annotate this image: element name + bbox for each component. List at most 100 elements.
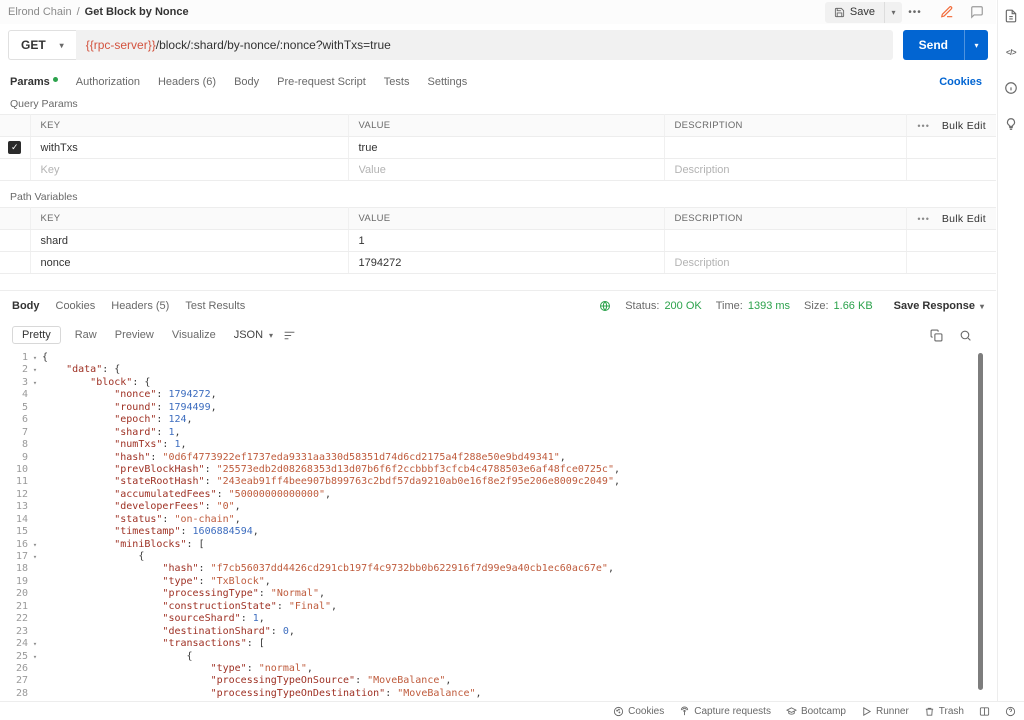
code-text: "round": 1794499, <box>114 401 217 413</box>
code-text: "type": "normal", <box>210 662 313 674</box>
fold-toggle-icon[interactable]: ▾ <box>28 638 42 650</box>
bulk-edit-button[interactable]: Bulk Edit <box>942 120 986 132</box>
bulk-edit-button[interactable]: Bulk Edit <box>942 213 986 225</box>
time-label: Time: <box>715 300 743 312</box>
view-pretty[interactable]: Pretty <box>12 326 61 344</box>
fold-toggle-icon[interactable]: ▾ <box>28 539 42 551</box>
tab-tests[interactable]: Tests <box>384 76 410 88</box>
param-description-cell[interactable] <box>664 136 907 159</box>
tab-response-body[interactable]: Body <box>12 300 40 312</box>
response-toolbar: Pretty Raw Preview Visualize JSON ▾ <box>0 321 996 349</box>
table-row: nonce 1794272 <box>0 251 996 274</box>
save-options-button[interactable]: ▾ <box>884 1 902 23</box>
fold-gutter <box>28 576 42 588</box>
variable-description-cell[interactable] <box>664 229 907 252</box>
runner-button[interactable]: Runner <box>861 706 909 717</box>
info-icon[interactable] <box>1000 77 1022 99</box>
tab-authorization[interactable]: Authorization <box>76 76 140 88</box>
tab-response-headers[interactable]: Headers (5) <box>111 300 169 312</box>
format-select[interactable]: JSON ▾ <box>234 329 273 341</box>
tab-body[interactable]: Body <box>234 76 259 88</box>
fold-toggle-icon[interactable]: ▾ <box>28 651 42 663</box>
documentation-icon[interactable] <box>1000 5 1022 27</box>
code-text: "processingType": "Normal", <box>162 588 325 600</box>
capture-requests-button[interactable]: Capture requests <box>679 706 771 717</box>
new-key-input[interactable] <box>40 163 333 176</box>
tab-response-cookies[interactable]: Cookies <box>56 300 96 312</box>
code-line: 12 "accumulatedFees": "50000000000000", <box>0 489 996 501</box>
tab-settings[interactable]: Settings <box>427 76 467 88</box>
variable-value-cell[interactable]: 1794272 <box>348 251 665 274</box>
save-response-button[interactable]: Save Response ▾ <box>894 300 984 312</box>
send-button[interactable]: Send <box>902 30 964 60</box>
param-key-cell[interactable]: withTxs <box>30 136 349 159</box>
new-value-input[interactable] <box>358 163 649 176</box>
variable-key-cell[interactable]: nonce <box>30 251 349 274</box>
line-number: 17 <box>15 551 28 562</box>
more-options-button[interactable]: ••• <box>902 7 928 18</box>
top-header: Elrond Chain / Get Block by Nonce Save ▾… <box>0 0 996 24</box>
lightbulb-icon[interactable] <box>1000 113 1022 135</box>
fold-toggle-icon[interactable]: ▾ <box>28 377 42 389</box>
wrap-lines-icon[interactable] <box>283 329 296 342</box>
variable-value-cell[interactable]: 1 <box>348 229 665 252</box>
param-value-cell[interactable]: true <box>348 136 665 159</box>
row-checkbox[interactable]: ✓ <box>8 141 22 154</box>
url-input[interactable]: {{rpc-server}}/block/:shard/by-nonce/:no… <box>75 30 893 60</box>
column-value: VALUE <box>348 207 665 230</box>
line-number: 27 <box>15 675 28 687</box>
save-button[interactable]: Save <box>824 1 884 23</box>
table-more-button[interactable]: ••• <box>917 214 929 224</box>
table-more-button[interactable]: ••• <box>917 121 929 131</box>
response-code: 1 ▾{2 ▾ "data": {3 ▾ "block": {4 "nonce": 1… <box>0 352 996 700</box>
trash-button[interactable]: Trash <box>924 706 964 717</box>
send-options-button[interactable]: ▾ <box>964 30 988 60</box>
code-icon[interactable]: </> <box>1000 41 1022 63</box>
bootcamp-button[interactable]: Bootcamp <box>785 706 846 717</box>
code-line: 27 "processingTypeOnSource": "MoveBalanc… <box>0 675 996 687</box>
chevron-down-icon: ▾ <box>979 301 984 311</box>
code-text: "block": { <box>90 376 151 388</box>
code-text: "timestamp": 1606884594, <box>114 526 259 538</box>
code-text: "developerFees": "0", <box>114 501 241 513</box>
edit-icon[interactable] <box>936 1 958 23</box>
comment-icon[interactable] <box>966 1 988 23</box>
tab-params[interactable]: Params <box>10 76 58 88</box>
code-text: "shard": 1, <box>114 426 181 438</box>
tab-test-results[interactable]: Test Results <box>185 300 245 312</box>
fold-toggle-icon[interactable]: ▾ <box>28 551 42 563</box>
code-line: 11 "stateRootHash": "243eab91ff4bee907b8… <box>0 476 996 488</box>
tab-headers[interactable]: Headers (6) <box>158 76 216 88</box>
fold-gutter <box>28 563 42 575</box>
variable-key-cell[interactable]: shard <box>30 229 349 252</box>
cookies-footer-button[interactable]: Cookies <box>613 706 664 717</box>
line-number: 10 <box>15 463 28 475</box>
breadcrumb-collection[interactable]: Elrond Chain <box>8 6 72 18</box>
help-icon[interactable] <box>1005 706 1016 717</box>
line-number: 18 <box>15 563 28 575</box>
fold-gutter <box>28 514 42 526</box>
fold-gutter <box>28 489 42 501</box>
code-text: "sourceShard": 1, <box>162 613 265 625</box>
view-visualize[interactable]: Visualize <box>168 327 220 343</box>
view-preview[interactable]: Preview <box>111 327 158 343</box>
check-icon: ✓ <box>10 142 19 152</box>
chevron-down-icon: ▾ <box>974 40 979 50</box>
line-number: 13 <box>15 501 28 513</box>
code-line: 23 "destinationShard": 0, <box>0 626 996 638</box>
new-description-input[interactable] <box>674 163 894 176</box>
scrollbar[interactable] <box>978 353 983 690</box>
line-number: 21 <box>15 600 28 612</box>
code-text: "hash": "f7cb56037dd4426cd291cb197f4c973… <box>162 563 614 575</box>
variable-description-input[interactable] <box>674 256 894 269</box>
panel-icon[interactable] <box>979 706 990 717</box>
tab-pre-request-script[interactable]: Pre-request Script <box>277 76 366 88</box>
search-icon[interactable] <box>959 329 972 342</box>
copy-icon[interactable] <box>930 329 943 342</box>
cookies-link[interactable]: Cookies <box>939 76 982 88</box>
fold-toggle-icon[interactable]: ▾ <box>28 352 42 364</box>
fold-toggle-icon[interactable]: ▾ <box>28 364 42 376</box>
method-select[interactable]: GET ▾ <box>8 30 76 60</box>
column-key: KEY <box>30 207 349 230</box>
view-raw[interactable]: Raw <box>71 327 101 343</box>
